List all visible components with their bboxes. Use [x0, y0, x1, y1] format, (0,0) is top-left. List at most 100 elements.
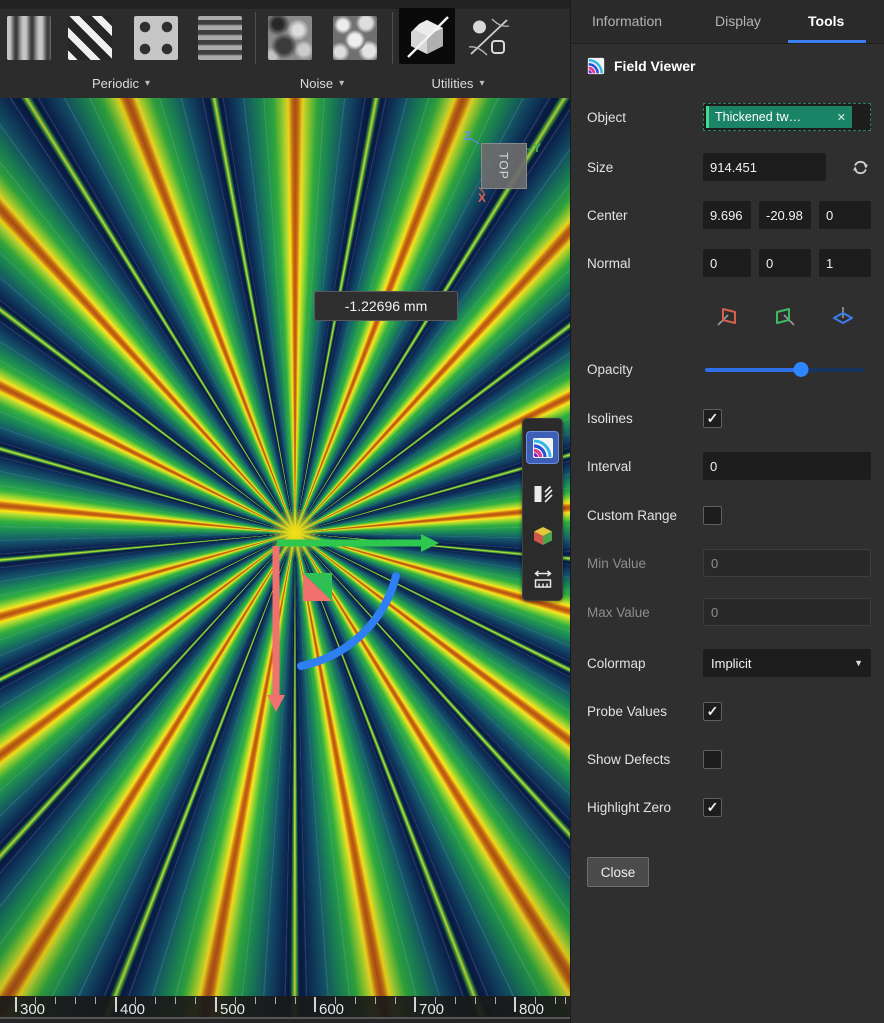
noise-group-dropdown[interactable]: Noise ▾ [300, 76, 344, 91]
axis-label-x: X [478, 191, 487, 205]
highlight-zero-row: Highlight Zero ✓ [587, 793, 871, 821]
caret-down-icon: ▾ [144, 78, 150, 89]
size-row: Size 914.451 [587, 153, 871, 181]
plane-presets-row [587, 303, 871, 331]
probe-values-label: Probe Values [587, 703, 668, 719]
probe-values-checkbox[interactable]: ✓ [703, 701, 722, 721]
show-defects-label: Show Defects [587, 751, 671, 767]
normal-x-input[interactable]: 0 [703, 249, 751, 277]
view-cube-face-label: TOP [496, 152, 511, 180]
close-button[interactable]: Close [587, 857, 649, 887]
section-view-icon [534, 485, 553, 503]
view-cube[interactable]: TOP [481, 143, 527, 189]
ruler-base-strip [0, 1017, 570, 1023]
ruler-major-tick [314, 997, 316, 1012]
xy-plane-button[interactable] [831, 304, 855, 328]
gizmo-y-arrow [267, 546, 285, 712]
panel-tab-bar: Information Display Tools [571, 0, 884, 44]
interval-row: Interval 0 [587, 452, 871, 480]
shaded-view-tool-button[interactable] [526, 519, 559, 552]
ruler-major-tick [414, 997, 416, 1012]
shaded-cube-icon [533, 526, 552, 545]
custom-range-row: Custom Range ✓ [587, 501, 871, 529]
center-x-input[interactable]: 9.696 [703, 201, 751, 229]
size-input[interactable]: 914.451 [703, 153, 826, 181]
slider-fill [705, 367, 801, 372]
slider-thumb[interactable] [793, 361, 809, 377]
measure-tool-button[interactable] [526, 562, 559, 595]
object-chip-text: Thickened tw… [715, 110, 802, 124]
min-value-row: Min Value 0 [587, 549, 871, 577]
caret-down-icon: ▾ [339, 78, 345, 89]
viewport-3d-field-view[interactable]: -1.22696 mm TOP Z Y X 300 400 500 600 70… [0, 98, 570, 1023]
min-value-label: Min Value [587, 555, 647, 571]
normal-z-input[interactable]: 1 [819, 249, 871, 277]
opacity-slider[interactable] [705, 361, 865, 377]
periodic-wavy-stripes-icon[interactable] [7, 16, 51, 60]
periodic-group-dropdown[interactable]: Periodic ▾ [92, 76, 150, 91]
utilities-implicit-body-icon[interactable] [399, 8, 455, 64]
ruler-x: 300 400 500 600 700 800 [0, 996, 570, 1023]
ruler-label: 300 [20, 1001, 46, 1018]
field-viewer-header: Field Viewer [587, 57, 695, 75]
noise-group-label: Noise [299, 76, 334, 91]
probe-value-text: -1.22696 mm [344, 298, 428, 314]
tools-panel: Information Display Tools Field Viewer O… [570, 0, 884, 1023]
custom-range-label: Custom Range [587, 507, 678, 523]
object-input[interactable]: Thickened tw… ✕ [703, 103, 871, 131]
normal-row: Normal 0 0 1 [587, 249, 871, 277]
ruler-label: 400 [120, 1001, 146, 1018]
panel-title: Field Viewer [614, 58, 696, 74]
check-icon: ✓ [706, 799, 719, 815]
viewport-side-toolbar [522, 418, 563, 601]
highlight-zero-checkbox[interactable]: ✓ [703, 797, 722, 817]
measure-ruler-icon [533, 569, 552, 588]
periodic-dot-grid-icon[interactable] [134, 16, 178, 60]
max-value-row: Max Value 0 [587, 598, 871, 626]
isolines-checkbox[interactable]: ✓ [703, 408, 722, 428]
shape-library-toolbar: Periodic ▾ Noise ▾ Utilities ▾ [0, 0, 570, 98]
yz-plane-button[interactable] [715, 304, 739, 328]
noise-perlin-icon[interactable] [268, 16, 312, 60]
center-z-input[interactable]: 0 [819, 201, 871, 229]
gizmo-x-arrow [277, 534, 439, 552]
normal-y-input[interactable]: 0 [759, 249, 811, 277]
noise-voronoi-icon[interactable] [333, 16, 377, 60]
custom-range-checkbox[interactable]: ✓ [703, 505, 722, 525]
show-defects-checkbox[interactable]: ✓ [703, 749, 722, 769]
chip-close-icon[interactable]: ✕ [837, 111, 846, 124]
opacity-label: Opacity [587, 361, 633, 377]
axis-label-z: Z [464, 129, 472, 143]
center-row: Center 9.696 -20.98 0 [587, 201, 871, 229]
axis-gizmo[interactable] [0, 98, 570, 1023]
ruler-major-tick [15, 997, 17, 1012]
object-row: Object Thickened tw… ✕ [587, 103, 871, 131]
toolbar-divider [255, 12, 256, 64]
tab-display[interactable]: Display [715, 13, 761, 29]
application-window: Periodic ▾ Noise ▾ Utilities ▾ -1.22696 … [0, 0, 884, 1023]
utilities-group-dropdown[interactable]: Utilities ▾ [432, 76, 485, 91]
object-label: Object [587, 109, 627, 125]
tab-tools[interactable]: Tools [808, 13, 844, 29]
center-y-input[interactable]: -20.98 [759, 201, 811, 229]
field-viewer-tool-button[interactable] [526, 431, 559, 464]
periodic-gyroid-icon[interactable] [198, 16, 242, 60]
show-defects-row: Show Defects ✓ [587, 745, 871, 773]
periodic-diagonal-stripes-icon[interactable] [68, 16, 112, 60]
utilities-group-label: Utilities [431, 76, 474, 91]
probe-values-row: Probe Values ✓ [587, 697, 871, 725]
check-icon: ✓ [706, 410, 719, 426]
interval-input[interactable]: 0 [703, 452, 871, 480]
section-view-tool-button[interactable] [526, 477, 559, 510]
tab-information[interactable]: Information [592, 13, 662, 29]
isolines-row: Isolines ✓ [587, 404, 871, 432]
utilities-field-misc-icon[interactable] [468, 17, 510, 57]
refresh-icon [852, 160, 868, 174]
refresh-size-button[interactable] [849, 156, 871, 178]
object-chip[interactable]: Thickened tw… ✕ [706, 106, 852, 128]
xz-plane-button[interactable] [773, 304, 797, 328]
probe-value-tooltip: -1.22696 mm [314, 291, 458, 321]
max-value-label: Max Value [587, 604, 650, 620]
ruler-major-tick [215, 997, 217, 1012]
colormap-dropdown[interactable]: Implicit ▼ [703, 649, 871, 677]
